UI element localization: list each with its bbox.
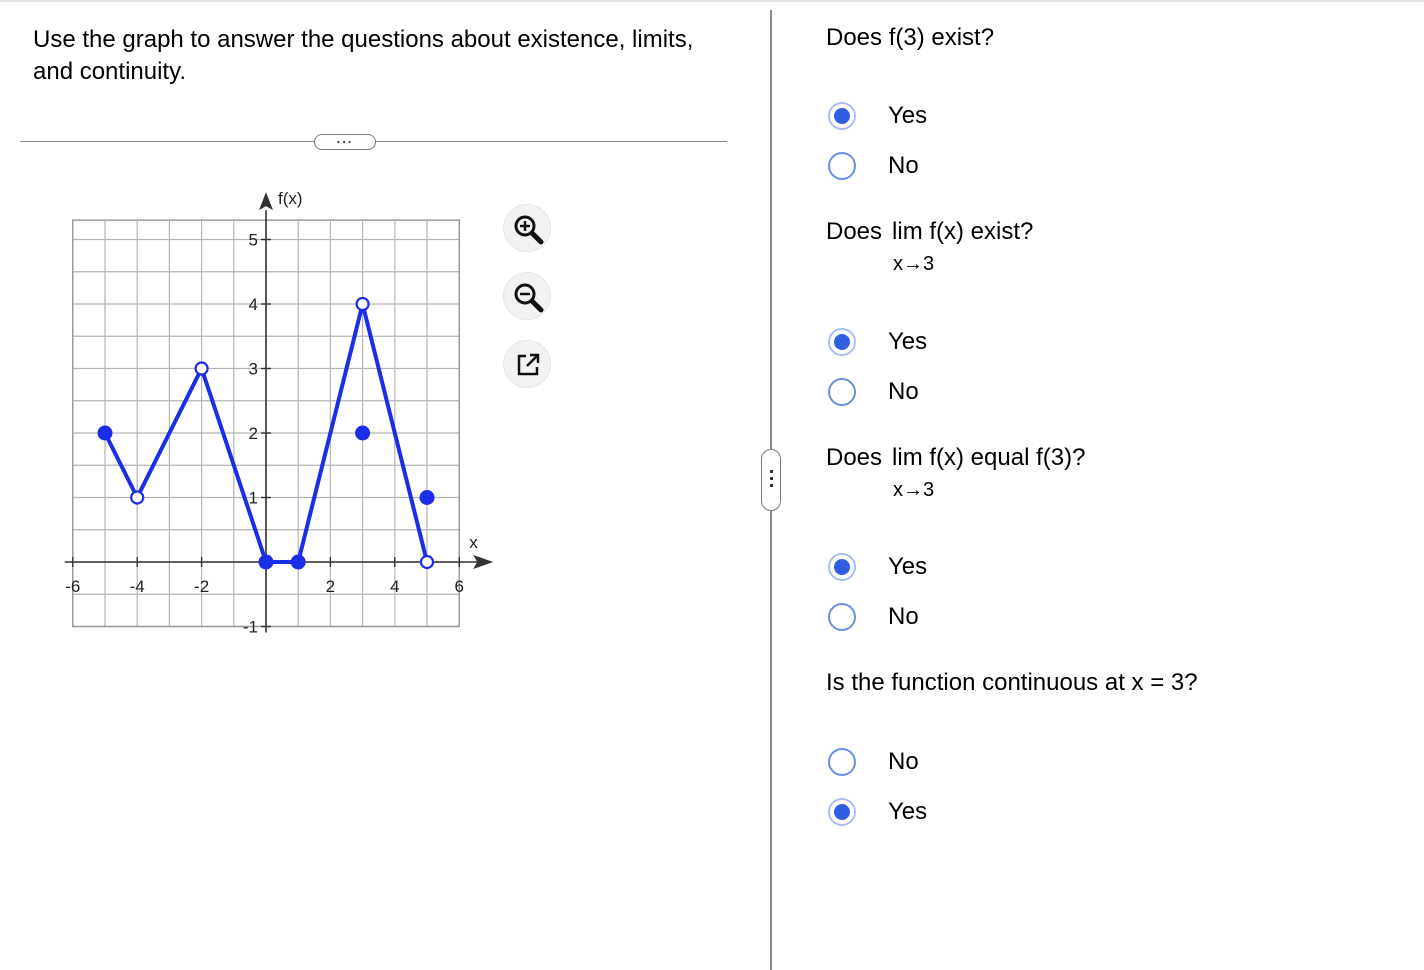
open-point: [419, 554, 435, 570]
y-axis-label: f(x): [278, 189, 303, 208]
zoom-out-button[interactable]: [503, 272, 551, 320]
y-tick-label: 5: [249, 231, 258, 250]
zoom-in-button[interactable]: [503, 204, 551, 252]
q2-radio-no[interactable]: [828, 378, 856, 406]
closed-point: [97, 425, 113, 441]
top-border: [0, 0, 1424, 2]
q1-label-no: No: [888, 152, 919, 179]
q3-text-post: lim f(x) equal f(3)?: [892, 444, 1086, 471]
closed-point: [355, 425, 371, 441]
y-tick-label: 1: [249, 489, 258, 508]
q1-radio-yes[interactable]: [828, 102, 856, 130]
q2-label-no: No: [888, 378, 919, 405]
y-tick-label: -1: [243, 618, 258, 637]
q3-radio-no[interactable]: [828, 603, 856, 631]
q4-radio-no[interactable]: [828, 748, 856, 776]
y-tick-label: 4: [249, 295, 258, 314]
panel-resize-handle[interactable]: [761, 449, 781, 511]
open-point: [130, 490, 145, 505]
closed-point: [419, 490, 435, 505]
x-tick-label: 2: [326, 577, 335, 596]
x-tick-label: -6: [65, 577, 80, 596]
x-tick-label: -2: [194, 577, 209, 596]
q3-label-yes: Yes: [888, 553, 928, 580]
y-axis-arrow: [259, 192, 273, 211]
q3-limit-subscript: x→3: [893, 479, 935, 501]
y-tick-label: 2: [249, 424, 258, 443]
x-tick-label: 6: [454, 577, 463, 596]
q1-radio-no[interactable]: [828, 152, 856, 180]
closed-point: [258, 554, 274, 570]
open-point: [194, 361, 209, 376]
q4-label-yes: Yes: [888, 798, 928, 825]
question-1-text: Does f(3) exist?: [826, 24, 995, 51]
instructions-text: Use the graph to answer the questions ab…: [33, 26, 694, 85]
q4-label-no: No: [888, 748, 919, 775]
y-tick-label: 3: [249, 360, 258, 379]
q2-text-post: lim f(x) exist?: [892, 218, 1034, 245]
q3-label-no: No: [888, 603, 919, 630]
q1-label-yes: Yes: [888, 102, 928, 129]
x-tick-label: -4: [130, 577, 145, 596]
q3-radio-yes[interactable]: [828, 553, 856, 581]
q2-limit-subscript: x→3: [893, 253, 935, 275]
more-button[interactable]: ...: [314, 132, 376, 150]
q4-radio-yes[interactable]: [828, 798, 856, 826]
open-point: [355, 296, 370, 312]
q3-text-pre: Does: [826, 444, 883, 471]
x-tick-label: 4: [390, 577, 399, 596]
question-3-text: Does lim f(x) equal f(3)?: [826, 443, 1085, 473]
popout-icon: [517, 353, 540, 376]
zoom-out-icon: [514, 283, 544, 313]
popout-button[interactable]: [503, 340, 551, 388]
q2-radio-yes[interactable]: [828, 328, 856, 356]
question-2-text: Does lim f(x) exist?: [826, 217, 1033, 247]
zoom-in-icon: [514, 215, 544, 245]
q2-text-pre: Does: [826, 218, 883, 245]
x-axis-label: x: [469, 533, 478, 552]
q2-label-yes: Yes: [888, 328, 928, 355]
question-4-text: Is the function continuous at x = 3?: [826, 669, 1198, 696]
function-graph[interactable]: -6 -4 -2 2 4 6 5 4 3 2 1 -1 f(x) x: [0, 160, 520, 660]
closed-point: [290, 554, 306, 570]
